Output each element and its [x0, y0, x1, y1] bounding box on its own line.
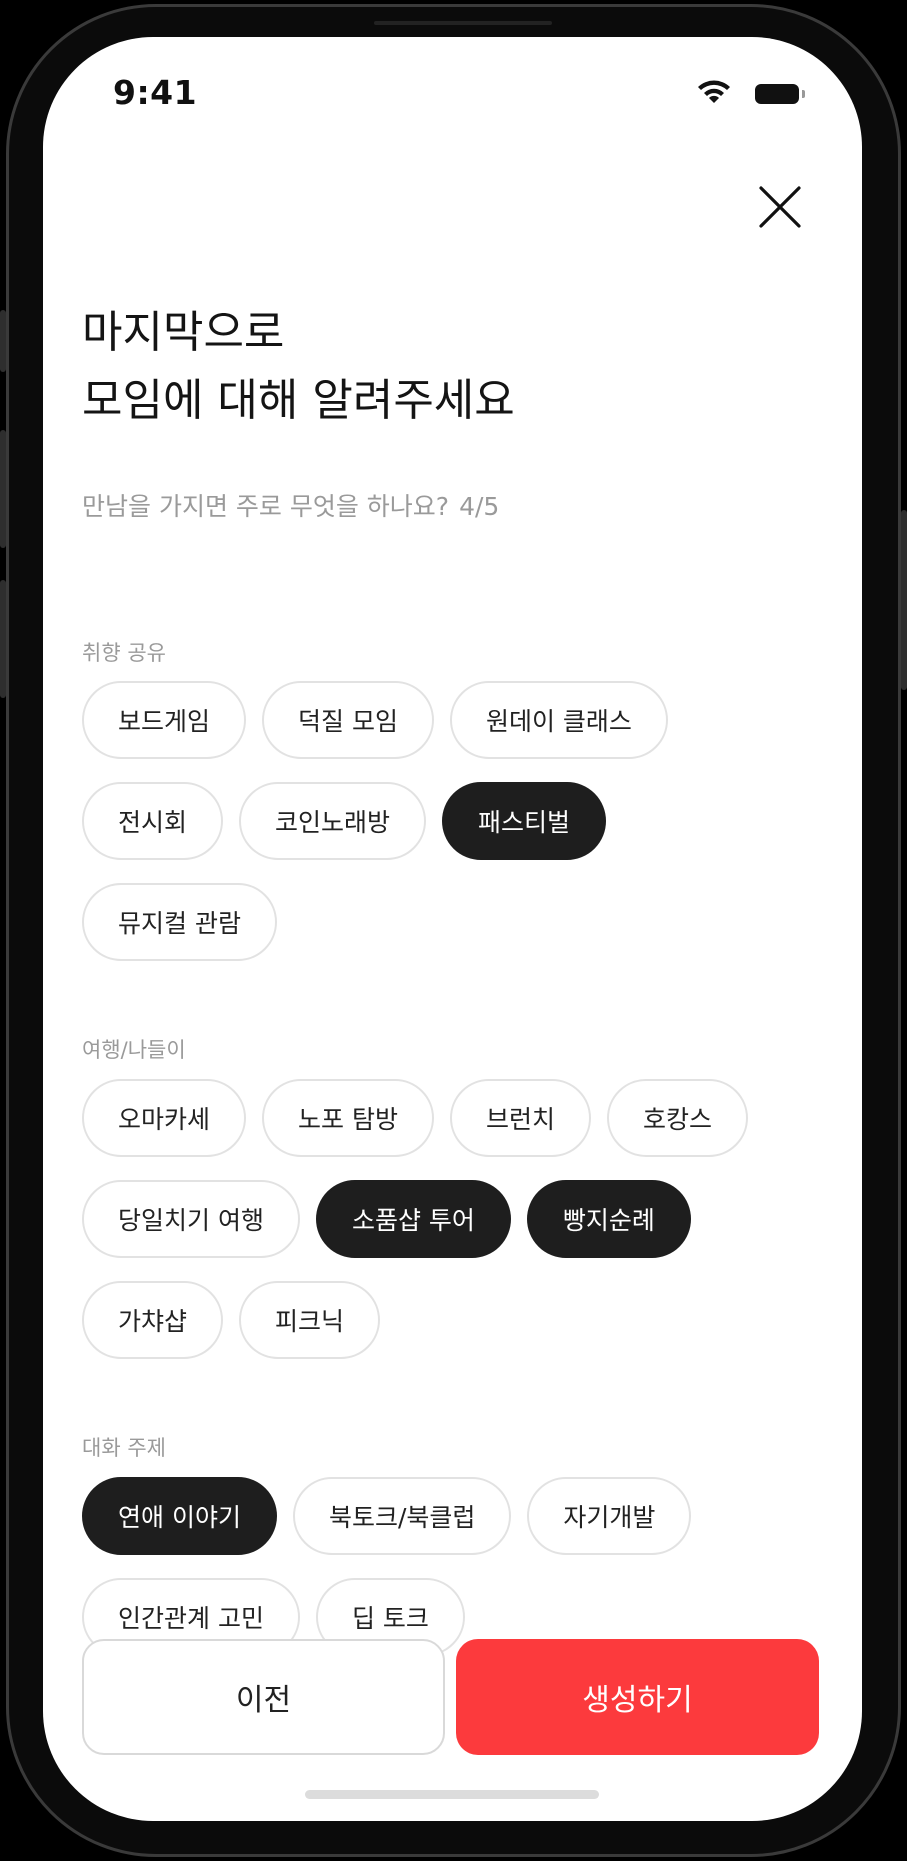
chip-old-restaurant[interactable]: 노포 탐방 — [262, 1079, 434, 1157]
section-label-talk: 대화 주제 — [82, 1436, 166, 1460]
chip-festival[interactable]: 패스티벌 — [442, 782, 607, 860]
question-text: 만남을 가지면 주로 무엇을 하나요? — [82, 492, 450, 521]
chip-dating-talk[interactable]: 연애 이야기 — [82, 1477, 277, 1555]
volume-down-button — [0, 580, 6, 698]
chip-group-talk: 연애 이야기 북토크/북클럽 자기개발 인간관계 고민 딥 토크 — [82, 1477, 802, 1656]
chip-hocance[interactable]: 호캉스 — [606, 1079, 748, 1157]
chip-bakery-tour[interactable]: 빵지순례 — [526, 1180, 691, 1258]
close-icon — [759, 186, 801, 228]
chip-self-development[interactable]: 자기개발 — [527, 1477, 692, 1555]
chip-exhibition[interactable]: 전시회 — [82, 782, 224, 860]
create-button[interactable]: 생성하기 — [456, 1639, 819, 1755]
power-button — [901, 510, 907, 690]
app-screen: 9:41 마지막으로 모임에 대해 알려주세요 만남을 가지면 주로 무엇을 하… — [43, 37, 862, 1821]
section-label-hobby: 취향 공유 — [82, 641, 166, 665]
speaker-grille — [374, 21, 552, 25]
previous-button[interactable]: 이전 — [82, 1639, 445, 1755]
footer-actions: 이전 생성하기 — [82, 1639, 822, 1755]
chip-picnic[interactable]: 피크닉 — [239, 1281, 381, 1359]
chip-musical[interactable]: 뮤지컬 관람 — [82, 883, 277, 961]
page-title: 마지막으로 모임에 대해 알려주세요 — [82, 299, 515, 435]
chip-group-hobby: 보드게임 덕질 모임 원데이 클래스 전시회 코인노래방 패스티벌 뮤지컬 관람 — [82, 681, 802, 961]
mute-switch — [0, 310, 6, 372]
battery-icon — [755, 84, 805, 104]
question-subtitle: 만남을 가지면 주로 무엇을 하나요? 4/5 — [82, 487, 499, 523]
chip-group-travel: 오마카세 노포 탐방 브런치 호캉스 당일치기 여행 소품샵 투어 빵지순례 가… — [82, 1079, 802, 1359]
chip-gacha-shop[interactable]: 가챠샵 — [82, 1281, 224, 1359]
chip-book-talk[interactable]: 북토크/북클럽 — [292, 1477, 512, 1555]
chip-coin-karaoke[interactable]: 코인노래방 — [239, 782, 427, 860]
chip-brunch[interactable]: 브런치 — [449, 1079, 591, 1157]
status-time: 9:41 — [113, 73, 198, 112]
volume-up-button — [0, 430, 6, 548]
close-button[interactable] — [758, 185, 802, 229]
chip-day-trip[interactable]: 당일치기 여행 — [82, 1180, 300, 1258]
status-bar: 9:41 — [43, 37, 862, 147]
step-indicator: 4/5 — [459, 492, 500, 521]
section-label-travel: 여행/나들이 — [82, 1038, 186, 1062]
chip-omakase[interactable]: 오마카세 — [82, 1079, 247, 1157]
title-line-1: 마지막으로 — [82, 307, 285, 358]
chip-prop-shop-tour[interactable]: 소품샵 투어 — [315, 1180, 511, 1258]
chip-oneday-class[interactable]: 원데이 클래스 — [449, 681, 668, 759]
chip-fandom-meetup[interactable]: 덕질 모임 — [262, 681, 434, 759]
home-indicator[interactable] — [305, 1790, 599, 1799]
title-line-2: 모임에 대해 알려주세요 — [82, 375, 515, 426]
phone-device: 9:41 마지막으로 모임에 대해 알려주세요 만남을 가지면 주로 무엇을 하… — [0, 0, 907, 1861]
wifi-icon — [696, 79, 732, 109]
chip-board-game[interactable]: 보드게임 — [82, 681, 247, 759]
